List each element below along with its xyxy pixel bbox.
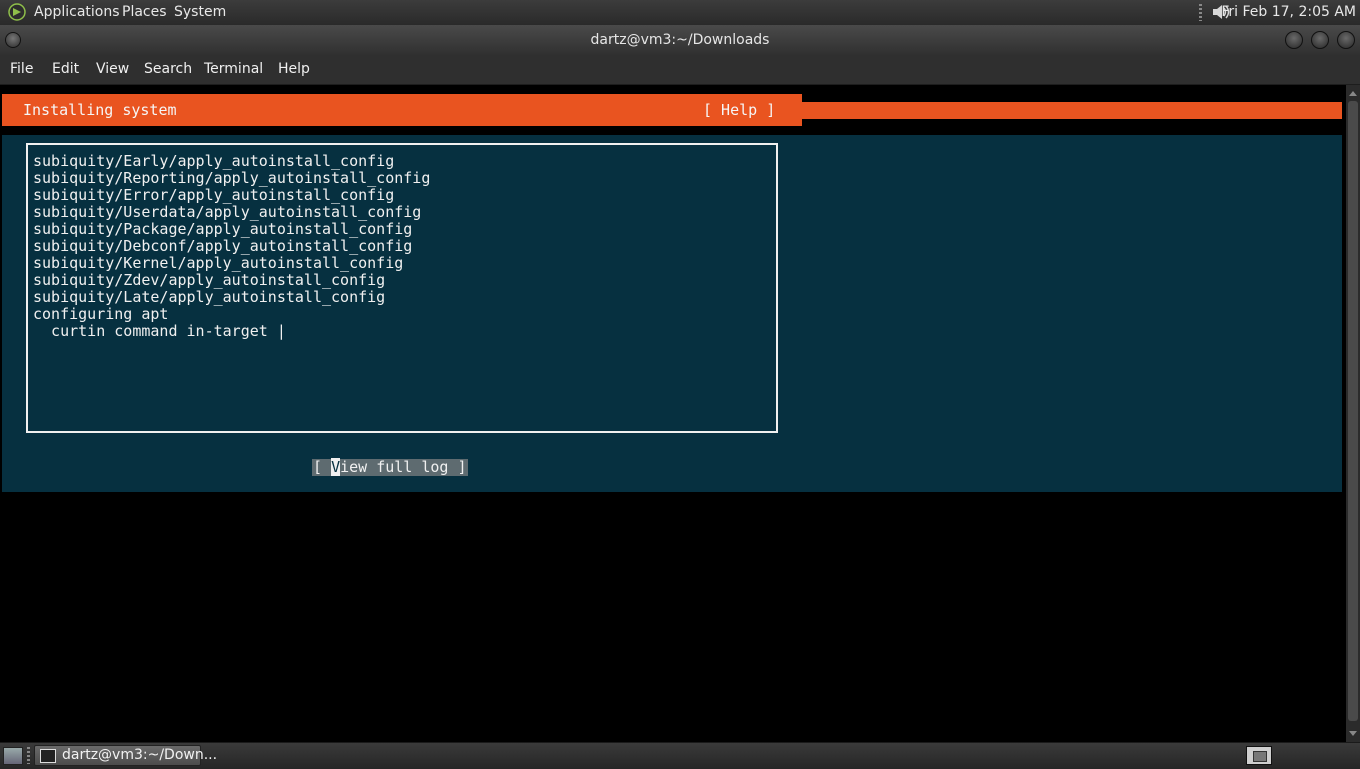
- taskbar-grip: [27, 747, 30, 764]
- text-cursor: V: [331, 458, 341, 476]
- menu-edit[interactable]: Edit: [52, 61, 79, 77]
- log-line: subiquity/Reporting/apply_autoinstall_co…: [33, 169, 431, 187]
- menu-terminal[interactable]: Terminal: [204, 61, 263, 77]
- install-log-box: subiquity/Early/apply_autoinstall_config…: [26, 143, 778, 433]
- scroll-up-icon[interactable]: [1349, 91, 1357, 96]
- workspace-window-icon: [1253, 751, 1267, 762]
- view-log-label: iew full log ]: [340, 458, 467, 476]
- menu-search[interactable]: Search: [144, 61, 192, 77]
- log-line: subiquity/Package/apply_autoinstall_conf…: [33, 220, 413, 238]
- log-line: curtin command in-target |: [33, 322, 286, 340]
- menu-view[interactable]: View: [96, 61, 129, 77]
- log-line: subiquity/Late/apply_autoinstall_config: [33, 288, 386, 306]
- installer-title: Installing system: [23, 101, 177, 119]
- installer-header-strip: [802, 102, 1342, 119]
- bottom-taskbar: dartz@vm3:~/Down...: [0, 742, 1360, 769]
- distro-logo-icon[interactable]: [8, 3, 26, 21]
- window-titlebar[interactable]: dartz@vm3:~/Downloads: [0, 25, 1360, 55]
- scrollbar-thumb[interactable]: [1348, 101, 1358, 721]
- taskbar-window-button[interactable]: dartz@vm3:~/Down...: [34, 745, 217, 766]
- panel-clock[interactable]: Fri Feb 17, 2:05 AM: [1221, 4, 1356, 20]
- help-button[interactable]: [ Help ]: [703, 101, 775, 119]
- log-line: configuring apt: [33, 305, 169, 323]
- menu-file[interactable]: File: [10, 61, 33, 77]
- log-line: subiquity/Error/apply_autoinstall_config: [33, 186, 395, 204]
- scroll-down-icon[interactable]: [1349, 731, 1357, 736]
- system-menu[interactable]: System: [174, 4, 226, 20]
- log-line: subiquity/Zdev/apply_autoinstall_config: [33, 271, 386, 289]
- panel-grip: [1199, 4, 1202, 21]
- window-title: dartz@vm3:~/Downloads: [590, 32, 770, 48]
- log-line: subiquity/Debconf/apply_autoinstall_conf…: [33, 237, 413, 255]
- close-button[interactable]: [1337, 31, 1355, 49]
- taskbar-window-label: dartz@vm3:~/Down...: [62, 747, 218, 763]
- minimize-button[interactable]: [1285, 31, 1303, 49]
- log-line: subiquity/Kernel/apply_autoinstall_confi…: [33, 254, 404, 272]
- log-line: subiquity/Userdata/apply_autoinstall_con…: [33, 203, 422, 221]
- places-menu[interactable]: Places: [122, 4, 167, 20]
- terminal-menubar: File Edit View Search Terminal Help: [0, 55, 1360, 85]
- log-line: subiquity/Early/apply_autoinstall_config: [33, 152, 395, 170]
- terminal-area[interactable]: Installing system [ Help ] subiquity/Ear…: [0, 85, 1346, 742]
- terminal-icon: [40, 749, 56, 763]
- workspace-switcher[interactable]: [1246, 746, 1272, 765]
- applications-menu[interactable]: Applications: [34, 4, 120, 20]
- view-log-prefix: [: [313, 458, 332, 476]
- show-desktop-icon[interactable]: [3, 747, 23, 765]
- maximize-button[interactable]: [1311, 31, 1329, 49]
- menu-help[interactable]: Help: [278, 61, 310, 77]
- view-full-log-button[interactable]: [ View full log ]: [312, 458, 468, 476]
- terminal-scrollbar[interactable]: [1346, 85, 1360, 742]
- top-panel: Applications Places System Fri Feb 17, 2…: [0, 0, 1360, 25]
